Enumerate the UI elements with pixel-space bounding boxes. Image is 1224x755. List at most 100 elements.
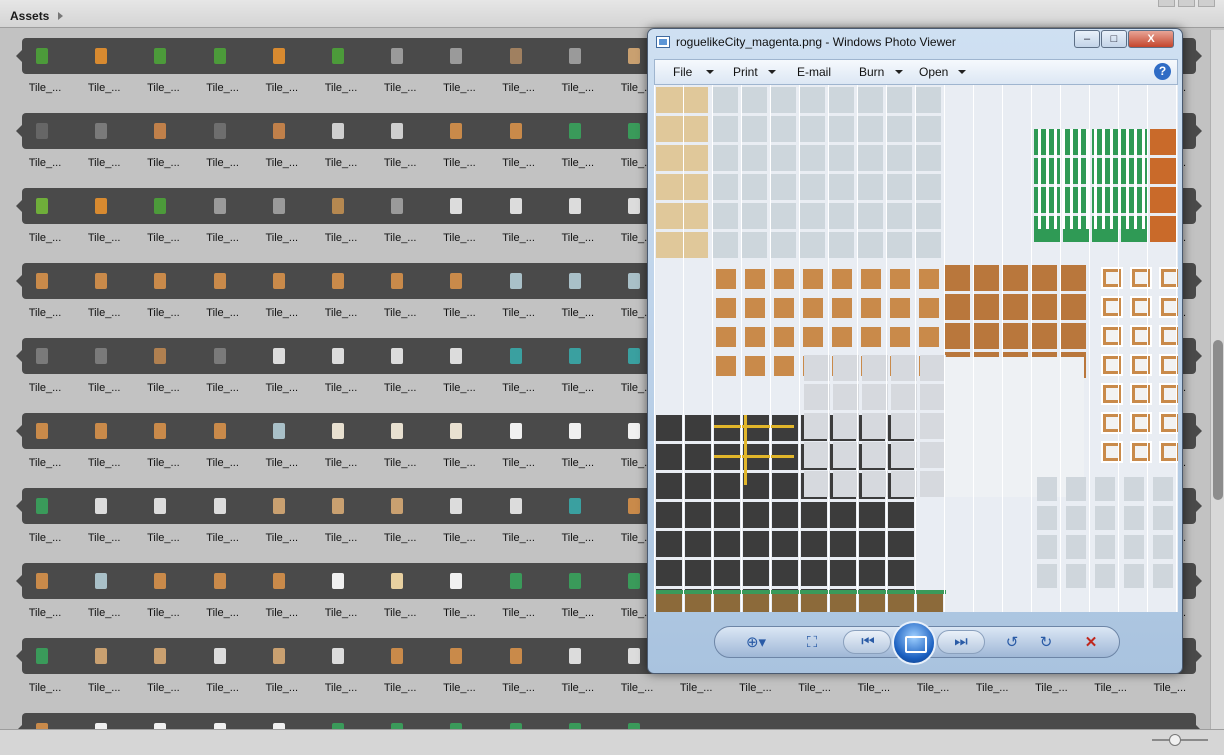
tile-label[interactable]: Tile_... (553, 457, 603, 469)
expand-arrow-icon[interactable] (1196, 200, 1202, 212)
tile-thumbnail[interactable] (450, 273, 463, 289)
tile-label[interactable]: Tile_... (198, 157, 248, 169)
tile-label[interactable]: Tile_... (316, 682, 366, 694)
tile-thumbnail[interactable] (272, 498, 285, 514)
asset-scrollbar[interactable] (1210, 30, 1224, 745)
tile-label[interactable]: Tile_... (790, 682, 840, 694)
tile-label[interactable]: Tile_... (138, 532, 188, 544)
tile-label[interactable]: Tile_... (316, 82, 366, 94)
help-icon[interactable]: ? (1154, 63, 1171, 80)
tile-label[interactable]: Tile_... (849, 682, 899, 694)
actual-size-icon[interactable]: ⛶ (803, 634, 821, 652)
tile-thumbnail[interactable] (628, 198, 640, 214)
tile-label[interactable]: Tile_... (375, 607, 425, 619)
tile-label[interactable]: Tile_... (198, 532, 248, 544)
tile-thumbnail[interactable] (95, 273, 108, 289)
tile-thumbnail[interactable] (36, 423, 48, 439)
tile-label[interactable]: Tile_... (20, 82, 70, 94)
tile-label[interactable]: Tile_... (257, 157, 307, 169)
tile-label[interactable]: Tile_... (79, 232, 129, 244)
tile-label[interactable]: Tile_... (375, 532, 425, 544)
tile-label[interactable]: Tile_... (138, 232, 188, 244)
tile-thumbnail[interactable] (95, 123, 108, 139)
tile-thumbnail[interactable] (628, 498, 640, 514)
tile-label[interactable]: Tile_... (79, 532, 129, 544)
tile-thumbnail[interactable] (95, 423, 108, 439)
tile-thumbnail[interactable] (509, 198, 522, 214)
tile-label[interactable]: Tile_... (494, 607, 544, 619)
tile-label[interactable]: Tile_... (257, 607, 307, 619)
tile-thumbnail[interactable] (213, 423, 226, 439)
expand-arrow-icon[interactable] (1196, 275, 1202, 287)
tile-thumbnail[interactable] (391, 498, 404, 514)
tile-label[interactable]: Tile_... (553, 682, 603, 694)
tile-label[interactable]: Tile_... (20, 382, 70, 394)
tile-thumbnail[interactable] (391, 648, 404, 664)
burn-dropdown-icon[interactable] (895, 70, 903, 74)
tile-label[interactable]: Tile_... (553, 382, 603, 394)
tile-thumbnail[interactable] (628, 348, 640, 364)
tile-label[interactable]: Tile_... (316, 607, 366, 619)
slideshow-button[interactable] (892, 621, 936, 665)
rotate-cw-icon[interactable]: ↻ (1037, 634, 1055, 652)
tile-label[interactable]: Tile_... (553, 232, 603, 244)
tile-thumbnail[interactable] (154, 573, 167, 589)
tile-label[interactable]: Tile_... (494, 382, 544, 394)
tile-label[interactable]: Tile_... (434, 157, 484, 169)
tile-label[interactable]: Tile_... (79, 682, 129, 694)
tile-label[interactable]: Tile_... (79, 457, 129, 469)
tile-label[interactable]: Tile_... (79, 607, 129, 619)
previous-button[interactable]: ⏮ (843, 630, 891, 654)
tile-label[interactable]: Tile_... (553, 607, 603, 619)
tile-thumbnail[interactable] (332, 573, 344, 589)
tile-thumbnail[interactable] (213, 123, 226, 139)
tile-label[interactable]: Tile_... (375, 382, 425, 394)
tile-label[interactable]: Tile_... (434, 382, 484, 394)
tile-thumbnail[interactable] (154, 423, 167, 439)
tile-label[interactable]: Tile_... (671, 682, 721, 694)
delete-icon[interactable]: ✕ (1082, 634, 1100, 652)
tile-thumbnail[interactable] (628, 273, 640, 289)
tile-thumbnail[interactable] (213, 198, 226, 214)
tile-label[interactable]: Tile_... (138, 307, 188, 319)
tile-thumbnail[interactable] (450, 423, 463, 439)
tile-label[interactable]: Tile_... (138, 382, 188, 394)
tile-thumbnail[interactable] (272, 198, 285, 214)
tile-label[interactable]: Tile_... (612, 682, 662, 694)
menu-email[interactable]: E-mail (797, 65, 831, 79)
tile-thumbnail[interactable] (628, 423, 640, 439)
tile-thumbnail[interactable] (450, 498, 463, 514)
tile-thumbnail[interactable] (154, 348, 167, 364)
tile-label[interactable]: Tile_... (20, 457, 70, 469)
tile-thumbnail[interactable] (272, 123, 285, 139)
expand-arrow-icon[interactable] (1196, 575, 1202, 587)
tile-thumbnail[interactable] (154, 48, 167, 64)
tile-thumbnail[interactable] (95, 648, 108, 664)
tile-label[interactable]: Tile_... (20, 532, 70, 544)
tile-label[interactable]: Tile_... (198, 82, 248, 94)
open-dropdown-icon[interactable] (958, 70, 966, 74)
tile-thumbnail[interactable] (36, 348, 48, 364)
lock-icon[interactable] (1158, 0, 1175, 7)
tile-thumbnail[interactable] (568, 273, 581, 289)
tile-thumbnail[interactable] (509, 273, 522, 289)
tile-thumbnail[interactable] (568, 348, 581, 364)
tile-label[interactable]: Tile_... (138, 82, 188, 94)
tile-thumbnail[interactable] (568, 573, 581, 589)
tile-thumbnail[interactable] (628, 648, 640, 664)
scrollbar-thumb[interactable] (1213, 340, 1223, 500)
tile-thumbnail[interactable] (154, 273, 167, 289)
tile-label[interactable]: Tile_... (316, 532, 366, 544)
tile-thumbnail[interactable] (332, 423, 344, 439)
tile-thumbnail[interactable] (450, 348, 463, 364)
expand-arrow-icon[interactable] (1196, 125, 1202, 137)
tile-thumbnail[interactable] (272, 273, 285, 289)
tile-thumbnail[interactable] (213, 273, 226, 289)
tile-label[interactable]: Tile_... (553, 307, 603, 319)
tile-label[interactable]: Tile_... (198, 382, 248, 394)
tile-thumbnail[interactable] (568, 198, 581, 214)
tile-thumbnail[interactable] (391, 48, 404, 64)
tile-label[interactable]: Tile_... (494, 682, 544, 694)
tile-label[interactable]: Tile_... (257, 457, 307, 469)
expand-arrow-icon[interactable] (1196, 650, 1202, 662)
